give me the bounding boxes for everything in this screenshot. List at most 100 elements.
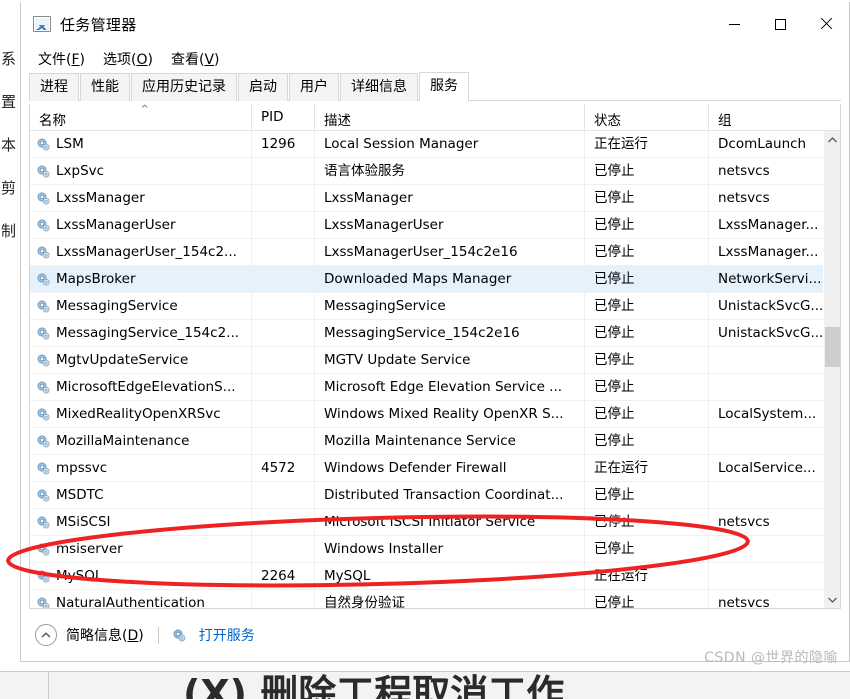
scroll-down-arrow-icon[interactable] — [824, 591, 840, 608]
cell-status: 已停止 — [585, 481, 709, 509]
scroll-up-arrow-icon[interactable] — [824, 131, 840, 148]
table-row[interactable]: MessagingService_154c2... MessagingServic… — [30, 319, 823, 347]
service-name-label: MSiSCSI — [56, 513, 111, 530]
table-row[interactable]: MSiSCSI Microsoft iSCSI Initiator Service… — [30, 508, 823, 536]
cell-pid — [252, 157, 315, 185]
table-row[interactable]: LxssManager LxssManager 已停止 netsvcs — [30, 184, 823, 212]
service-name-label: MgtvUpdateService — [56, 351, 189, 368]
cell-name: MessagingService_154c2... — [30, 319, 252, 347]
table-row[interactable]: MicrosoftEdgeElevationS... Microsoft Edge… — [30, 373, 823, 401]
cell-group: LocalSystem... — [718, 405, 817, 422]
menu-view[interactable]: 查看(V) — [163, 47, 228, 71]
service-gear-icon — [36, 596, 51, 608]
vertical-scrollbar[interactable] — [823, 131, 840, 608]
service-name-label: MapsBroker — [56, 270, 136, 287]
menu-file[interactable]: 文件(F) — [30, 47, 93, 71]
cell-pid — [252, 292, 315, 320]
fewer-details-label: 简略信息(D) — [66, 628, 144, 644]
cell-group: netsvcs — [718, 162, 770, 179]
table-row[interactable]: LxpSvc 语言体验服务 已停止 netsvcs — [30, 157, 823, 185]
cell-status: 已停止 — [585, 238, 709, 266]
minimize-button[interactable] — [711, 2, 757, 46]
service-name-label: msiserver — [56, 540, 123, 557]
table-row[interactable]: LxssManagerUser_154c2... LxssManagerUser_… — [30, 238, 823, 266]
service-gear-icon — [36, 245, 51, 260]
table-row[interactable]: MSDTC Distributed Transaction Coordinat..… — [30, 481, 823, 509]
tab-processes[interactable]: 进程 — [29, 73, 79, 101]
cell-desc: Windows Defender Firewall — [315, 454, 585, 482]
background-bottom-strip: (X) 删除工程取消工作 — [0, 671, 850, 699]
cell-status: 已停止 — [585, 400, 709, 428]
table-row[interactable]: MessagingService MessagingService 已停止 Unist… — [30, 292, 823, 320]
cell-status: 已停止 — [585, 292, 709, 320]
cell-desc: Downloaded Maps Manager — [315, 265, 585, 293]
table-row[interactable]: MixedRealityOpenXRSvc Windows Mixed Reali… — [30, 400, 823, 428]
cell-pid — [252, 265, 315, 293]
tab-strip: 进程 性能 应用历史记录 启动 用户 详细信息 服务 — [29, 72, 841, 102]
cell-status: 已停止 — [585, 211, 709, 239]
cell-pid — [252, 427, 315, 455]
open-services-button[interactable]: 打开服务 — [172, 625, 255, 645]
column-header-pid[interactable]: PID — [252, 104, 315, 130]
cell-name: LSM — [30, 131, 252, 158]
title-bar[interactable]: 任务管理器 — [21, 2, 849, 46]
column-header-description[interactable]: 描述 — [315, 104, 585, 130]
cell-status: 已停止 — [585, 265, 709, 293]
tab-startup[interactable]: 启动 — [238, 73, 288, 101]
cell-status: 正在运行 — [585, 131, 709, 158]
cell-desc: LxssManagerUser — [315, 211, 585, 239]
table-row[interactable]: MozillaMaintenance Mozilla Maintenance Se… — [30, 427, 823, 455]
footer-divider — [157, 626, 159, 644]
tab-app-history[interactable]: 应用历史记录 — [131, 73, 237, 101]
cell-desc: Windows Installer — [315, 535, 585, 563]
service-name-label: MozillaMaintenance — [56, 432, 190, 449]
service-gear-icon — [36, 515, 51, 530]
background-bottom-divider — [48, 672, 49, 699]
maximize-button[interactable] — [757, 2, 803, 46]
tab-performance[interactable]: 性能 — [80, 73, 130, 101]
table-row[interactable]: MgtvUpdateService MGTV Update Service 已停止 — [30, 346, 823, 374]
scrollbar-thumb[interactable] — [825, 327, 840, 367]
window-controls — [711, 2, 849, 46]
service-gear-icon — [36, 191, 51, 206]
cell-group: LocalService... — [718, 459, 816, 476]
cell-name: NaturalAuthentication — [30, 589, 252, 608]
table-row[interactable]: MySQL 2264 MySQL 正在运行 — [30, 562, 823, 590]
cell-name: LxpSvc — [30, 157, 252, 185]
table-row[interactable]: NaturalAuthentication 自然身份验证 已停止 netsvcs — [30, 589, 823, 608]
cell-pid — [252, 238, 315, 266]
cell-group — [709, 482, 823, 509]
tab-users[interactable]: 用户 — [289, 73, 339, 101]
tab-services[interactable]: 服务 — [419, 72, 469, 102]
cell-group: netsvcs — [718, 513, 770, 530]
cell-name: msiserver — [30, 535, 252, 563]
column-header-name[interactable]: 名称 ^ — [30, 104, 252, 130]
table-row[interactable]: msiserver Windows Installer 已停止 — [30, 535, 823, 563]
service-gear-icon — [36, 461, 51, 476]
cell-status: 已停止 — [585, 184, 709, 212]
cell-desc: MGTV Update Service — [315, 346, 585, 374]
cell-name: MixedRealityOpenXRSvc — [30, 400, 252, 428]
table-row[interactable]: LxssManagerUser LxssManagerUser 已停止 LxssMan… — [30, 211, 823, 239]
service-name-label: LxssManagerUser_154c2... — [56, 243, 237, 260]
table-row[interactable]: mpssvc 4572 Windows Defender Firewall 正在运行 L… — [30, 454, 823, 482]
service-gear-icon — [36, 218, 51, 233]
cell-name: MessagingService — [30, 292, 252, 320]
tab-details[interactable]: 详细信息 — [340, 73, 418, 101]
cell-pid: 1296 — [252, 131, 315, 158]
column-header-group[interactable]: 组 — [709, 104, 825, 130]
cell-group — [709, 563, 823, 590]
menu-options[interactable]: 选项(O) — [95, 47, 161, 71]
cell-desc: Mozilla Maintenance Service — [315, 427, 585, 455]
task-manager-icon — [33, 16, 51, 32]
cell-name: LxssManagerUser_154c2... — [30, 238, 252, 266]
cell-status: 已停止 — [585, 508, 709, 536]
table-row[interactable]: LSM 1296 Local Session Manager 正在运行 DcomLaun… — [30, 131, 823, 158]
service-name-label: MicrosoftEdgeElevationS... — [56, 378, 236, 395]
fewer-details-button[interactable]: 简略信息(D) — [35, 624, 144, 646]
open-services-label[interactable]: 打开服务 — [199, 625, 255, 645]
column-header-status[interactable]: 状态 — [585, 104, 709, 130]
table-row[interactable]: MapsBroker Downloaded Maps Manager 已停止 Netw… — [30, 265, 823, 293]
cell-pid — [252, 535, 315, 563]
close-button[interactable] — [803, 2, 849, 46]
